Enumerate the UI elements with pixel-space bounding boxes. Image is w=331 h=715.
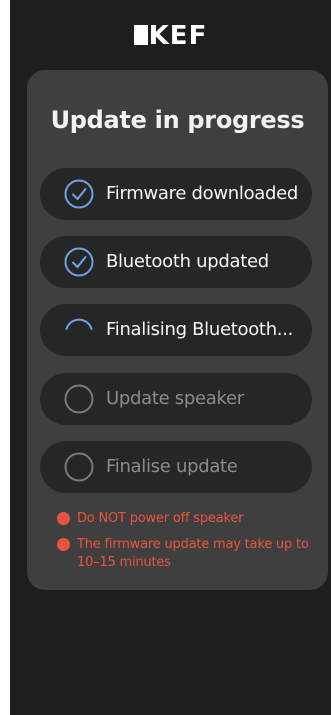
step-finalising-bluetooth: Finalising Bluetooth...: [40, 304, 312, 356]
warning-text: Do NOT power off speaker: [77, 511, 244, 526]
step-firmware-downloaded: Firmware downloaded: [40, 168, 312, 220]
update-title: Update in progress: [50, 106, 305, 134]
kef-logo: KEF: [10, 22, 331, 50]
update-card: Update in progress Firmware downloaded B…: [27, 70, 328, 590]
warning-item: Do NOT power off speaker: [57, 510, 317, 528]
step-update-speaker: Update speaker: [40, 373, 312, 425]
empty-circle-icon: [64, 384, 94, 414]
kef-logo-mark: [133, 25, 148, 45]
check-circle-icon: [64, 179, 94, 209]
step-finalise-update: Finalise update: [40, 441, 312, 493]
step-label: Finalise update: [106, 456, 238, 477]
step-bluetooth-updated: Bluetooth updated: [40, 236, 312, 288]
step-label: Firmware downloaded: [106, 183, 299, 204]
warning-dot-icon: [57, 538, 70, 551]
step-label: Update speaker: [106, 388, 244, 409]
warning-item: The firmware update may take up to 10–15…: [57, 536, 317, 572]
step-label: Finalising Bluetooth...: [106, 319, 294, 340]
step-label: Bluetooth updated: [106, 251, 269, 272]
warnings-list: Do NOT power off speaker The firmware up…: [57, 510, 317, 580]
warning-text: The firmware update may take up to 10–15…: [77, 537, 309, 570]
check-circle-icon: [64, 247, 94, 277]
empty-circle-icon: [64, 452, 94, 482]
brand-text: KEF: [148, 21, 208, 51]
spinner-icon: [65, 318, 93, 330]
warning-dot-icon: [57, 512, 70, 525]
update-screen: KEF Update in progress Firmware download…: [10, 0, 331, 715]
